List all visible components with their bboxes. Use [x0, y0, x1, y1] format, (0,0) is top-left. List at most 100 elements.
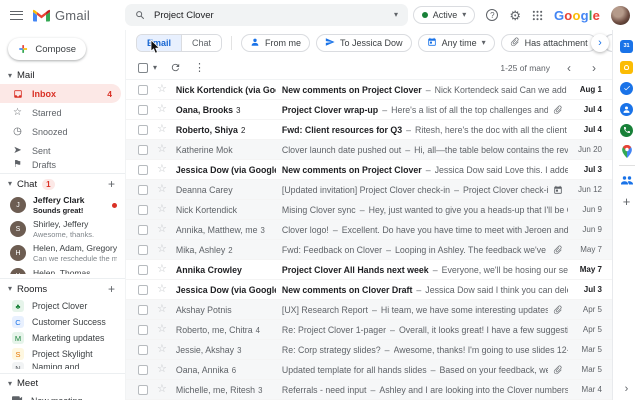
section-meet[interactable]: ▾ Meet — [0, 373, 125, 392]
row-checkbox[interactable] — [138, 385, 148, 395]
star-icon[interactable]: ☆ — [157, 244, 167, 255]
row-checkbox[interactable] — [138, 265, 148, 275]
collapse-panel-icon[interactable]: › — [625, 383, 629, 395]
row-checkbox[interactable] — [138, 305, 148, 315]
tab-email[interactable]: Email — [137, 35, 181, 51]
plus-icon[interactable]: + — [620, 194, 634, 208]
filter-chip-has-attachment[interactable]: Has attachment — [501, 34, 597, 52]
refresh-icon[interactable] — [170, 62, 181, 73]
meet-item-new-meeting[interactable]: New meeting — [0, 392, 125, 400]
section-mail[interactable]: ▾ Mail — [0, 66, 125, 84]
menu-icon[interactable] — [10, 11, 23, 20]
compose-button[interactable]: Compose — [8, 38, 86, 60]
select-caret-icon[interactable]: ▾ — [153, 64, 157, 72]
maps-icon[interactable] — [620, 144, 634, 158]
row-checkbox[interactable] — [138, 85, 148, 95]
newer-page-icon[interactable]: ‹ — [563, 62, 575, 74]
email-row[interactable]: ☆Annika CrowleyProject Clover All Hands … — [126, 260, 612, 280]
star-icon[interactable]: ☆ — [157, 264, 167, 275]
add-chat-icon[interactable]: + — [108, 178, 115, 190]
email-row[interactable]: ☆Jessie, Akshay3Re: Corp strategy slides… — [126, 340, 612, 360]
email-row[interactable]: ☆Nick KortendickMising Clover sync–Hey, … — [126, 200, 612, 220]
email-row[interactable]: ☆Roberto, Shiya2Fwd: Client resources fo… — [126, 120, 612, 140]
row-checkbox[interactable] — [138, 205, 148, 215]
sidebar-item-snoozed[interactable]: ◷Snoozed — [0, 122, 121, 141]
add-room-icon[interactable]: + — [108, 283, 115, 295]
sidebar-item-inbox[interactable]: Inbox4 — [0, 84, 121, 103]
room-item-customer-success[interactable]: CCustomer Success — [0, 314, 125, 330]
chips-scroll-right-icon[interactable]: › — [591, 34, 609, 52]
email-row[interactable]: ☆Deanna Carey[Updated invitation] Projec… — [126, 180, 612, 200]
status-chip[interactable]: Active ▾ — [413, 6, 476, 24]
star-icon[interactable]: ☆ — [157, 364, 167, 375]
email-row[interactable]: ☆Nick Kortendick (via Goo.New comments o… — [126, 80, 612, 100]
row-checkbox[interactable] — [138, 225, 148, 235]
room-item-marketing-updates[interactable]: MMarketing updates — [0, 330, 125, 346]
star-icon[interactable]: ☆ — [157, 144, 167, 155]
chat-item-shirley-jeffery[interactable]: SShirley, JefferyAwesome, thanks. — [0, 217, 125, 241]
star-icon[interactable]: ☆ — [157, 224, 167, 235]
section-rooms[interactable]: ▾ Rooms + — [0, 278, 125, 298]
contacts-icon[interactable] — [620, 102, 634, 116]
search-input[interactable]: Project Clover — [154, 10, 214, 21]
email-row[interactable]: ☆Oana, Brooks3Project Clover wrap-up–Her… — [126, 100, 612, 120]
email-row[interactable]: ☆Jessica Dow (via Google.New comments on… — [126, 280, 612, 300]
apps-grid-icon[interactable] — [532, 10, 543, 21]
star-icon[interactable]: ☆ — [157, 204, 167, 215]
star-icon[interactable]: ☆ — [157, 84, 167, 95]
row-checkbox[interactable] — [138, 105, 148, 115]
chat-item-helen-adam-gregory[interactable]: HHelen, Adam, GregoryCan we reschedule t… — [0, 241, 125, 265]
row-checkbox[interactable] — [138, 345, 148, 355]
search-options-caret-icon[interactable]: ▾ — [394, 11, 398, 19]
row-checkbox[interactable] — [138, 365, 148, 375]
star-icon[interactable]: ☆ — [157, 304, 167, 315]
row-checkbox[interactable] — [138, 165, 148, 175]
star-icon[interactable]: ☆ — [157, 124, 167, 135]
row-checkbox[interactable] — [138, 145, 148, 155]
community-icon[interactable] — [620, 173, 634, 187]
star-icon[interactable]: ☆ — [157, 284, 167, 295]
filter-chip-any-time[interactable]: Any time▾ — [418, 34, 495, 52]
email-row[interactable]: ☆Oana, Annika6Updated template for all h… — [126, 360, 612, 380]
star-icon[interactable]: ☆ — [157, 384, 167, 395]
email-row[interactable]: ☆Annika, Matthew, me3Clover logo!–Excell… — [126, 220, 612, 240]
filter-chip-from-me[interactable]: From me — [241, 34, 310, 52]
email-row[interactable]: ☆Michelle, me, Ritesh3Referrals - need i… — [126, 380, 612, 400]
sidebar-item-sent[interactable]: ➤Sent — [0, 141, 121, 160]
email-row[interactable]: ☆Akshay Potnis[UX] Research Report–Hi te… — [126, 300, 612, 320]
star-icon[interactable]: ☆ — [157, 344, 167, 355]
tasks-icon[interactable] — [620, 81, 634, 95]
chat-item-jeffery-clark[interactable]: JJeffery ClarkSounds great! — [0, 193, 125, 217]
room-item-project-skylight[interactable]: SProject Skylight — [0, 346, 125, 362]
keep-icon[interactable] — [620, 60, 634, 74]
star-icon[interactable]: ☆ — [157, 104, 167, 115]
row-checkbox[interactable] — [138, 285, 148, 295]
filter-chip-to-jessica-dow[interactable]: To Jessica Dow — [316, 34, 412, 52]
email-row[interactable]: ☆Mika, Ashley2Fwd: Feedback on Clover–Lo… — [126, 240, 612, 260]
row-checkbox[interactable] — [138, 125, 148, 135]
row-checkbox[interactable] — [138, 185, 148, 195]
sidebar-item-drafts[interactable]: ⚑Drafts — [0, 160, 121, 169]
more-options-icon[interactable]: ⋮ — [194, 61, 205, 74]
email-row[interactable]: ☆Jessica Dow (via Google.New comments on… — [126, 160, 612, 180]
room-item-project-clover[interactable]: ♣Project Clover — [0, 298, 125, 314]
tab-chat[interactable]: Chat — [181, 35, 221, 51]
settings-gear-icon[interactable]: ⚙ — [509, 9, 521, 22]
section-chat[interactable]: ▾ Chat 1 + — [0, 173, 125, 193]
star-icon[interactable]: ☆ — [157, 324, 167, 335]
older-page-icon[interactable]: › — [588, 62, 600, 74]
account-avatar[interactable] — [611, 6, 630, 25]
row-checkbox[interactable] — [138, 245, 148, 255]
email-row[interactable]: ☆Katherine MokClover launch date pushed … — [126, 140, 612, 160]
email-row[interactable]: ☆Roberto, me, Chitra4Re: Project Clover … — [126, 320, 612, 340]
help-icon[interactable]: ? — [486, 9, 498, 21]
search-bar[interactable]: Project Clover ▾ — [125, 4, 408, 26]
calendar-icon[interactable]: 31 — [620, 39, 634, 53]
star-icon[interactable]: ☆ — [157, 184, 167, 195]
select-all-checkbox[interactable] — [138, 63, 148, 73]
room-item-naming-and-rebranding[interactable]: NNaming and Rebranding — [0, 362, 125, 369]
sidebar-item-starred[interactable]: ☆Starred — [0, 103, 121, 122]
voice-icon[interactable] — [620, 123, 634, 137]
row-checkbox[interactable] — [138, 325, 148, 335]
chat-item-helen-thomas[interactable]: HHelen, Thomas — [0, 265, 125, 274]
